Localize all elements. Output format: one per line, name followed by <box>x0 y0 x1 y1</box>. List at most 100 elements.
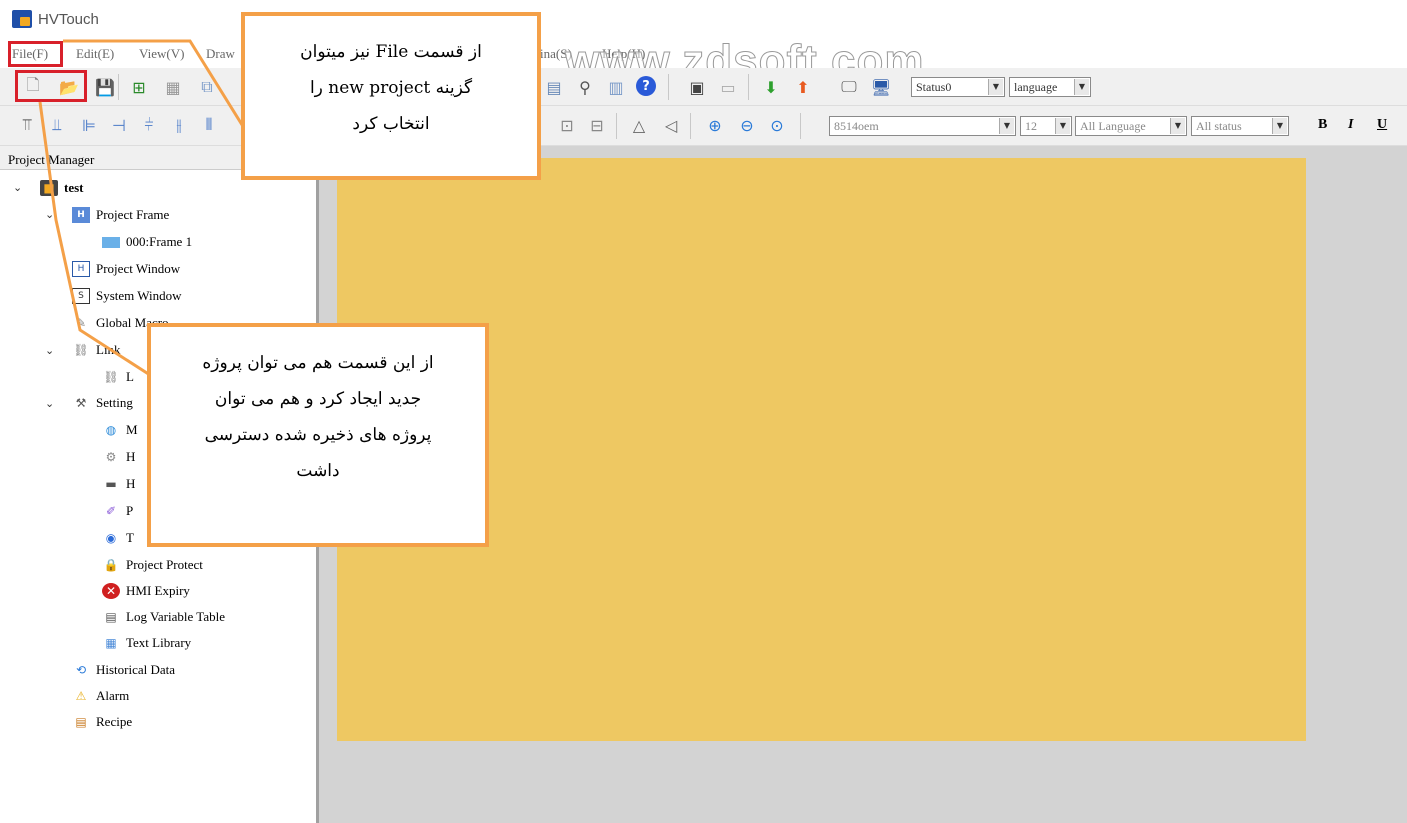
save-icon[interactable]: 💾 <box>94 76 116 98</box>
tree-node-label: T <box>126 530 134 545</box>
tree-node-setting-m[interactable]: ◍ M <box>102 419 138 441</box>
tree-node-link[interactable]: ⛓ Link <box>72 339 121 361</box>
tree-node-system-window[interactable]: S System Window <box>72 285 182 307</box>
tree-node-alarm[interactable]: ⚠ Alarm <box>72 685 130 707</box>
font-select[interactable]: 8514oem ▼ <box>829 116 1016 136</box>
group-icon[interactable]: ⊡ <box>556 114 578 136</box>
file-menu-highlight <box>8 41 63 67</box>
menu-view[interactable]: View(V) <box>139 46 184 62</box>
language-filter-select[interactable]: All Language ▼ <box>1075 116 1187 136</box>
align-left-icon[interactable]: ⊫ <box>78 114 100 136</box>
tree-node-label: Historical Data <box>96 662 176 677</box>
ungroup-icon[interactable]: ⊟ <box>586 114 608 136</box>
tree-node-text-library[interactable]: ▦ Text Library <box>102 632 191 654</box>
language-filter-value: All Language <box>1080 119 1146 133</box>
simulate-icon[interactable]: ▭ <box>717 76 739 98</box>
tree-node-label: L <box>126 369 134 384</box>
tree-node-log-variable-table[interactable]: ▤ Log Variable Table <box>102 606 225 628</box>
font-select-value: 8514oem <box>834 119 879 133</box>
copy-icon[interactable]: ⧉ <box>196 76 218 98</box>
chevron-down-icon: ▼ <box>999 118 1014 134</box>
tree-node-hmi-expiry[interactable]: ✕ HMI Expiry <box>102 580 190 602</box>
status-select[interactable]: Status0 ▼ <box>911 77 1005 97</box>
grid-icon[interactable]: ▦ <box>162 76 184 98</box>
chevron-down-icon[interactable]: ⌄ <box>13 181 25 194</box>
tree-node-historical-data[interactable]: ⟲ Historical Data <box>72 659 175 681</box>
callout-line: از قسمت File نیز میتوان <box>300 42 482 62</box>
font-size-select[interactable]: 12 ▼ <box>1020 116 1072 136</box>
bold-button[interactable]: B <box>1318 117 1327 133</box>
tree-node-frame-1[interactable]: 000:Frame 1 <box>102 231 192 253</box>
distribute-icon[interactable]: ⫴ <box>198 114 220 136</box>
tree-node-setting-t[interactable]: ◉ T <box>102 527 134 549</box>
zoom-out-icon[interactable]: ⊖ <box>736 114 758 136</box>
offline-simulation-icon[interactable]: 🖵 <box>838 76 860 98</box>
download-icon[interactable]: ⬇ <box>760 76 782 98</box>
center-horizontal-icon[interactable]: ⫩ <box>138 114 160 136</box>
app-logo-icon <box>12 10 32 28</box>
callout-line: گزینه new project را <box>309 78 473 98</box>
zoom-in-icon[interactable]: ⊕ <box>704 114 726 136</box>
callout-line: پروژه های ذخیره شده دسترسی <box>204 425 432 445</box>
frame-icon <box>102 236 120 248</box>
menu-draw[interactable]: Draw <box>206 46 235 62</box>
flip-horizontal-icon[interactable]: ◁ <box>660 114 682 136</box>
window-s-icon: S <box>72 288 90 304</box>
menu-edit[interactable]: Edit(E) <box>76 46 114 62</box>
find-icon[interactable]: ⚲ <box>574 76 596 98</box>
chevron-down-icon[interactable]: ⌄ <box>45 397 57 410</box>
tree-node-label: Project Protect <box>126 557 203 572</box>
tree-node-link-child[interactable]: ⛓ L <box>102 366 134 388</box>
tree-node-project-frame[interactable]: H Project Frame <box>72 204 169 226</box>
zoom-fit-icon[interactable]: ⊙ <box>766 114 788 136</box>
tree-node-settings[interactable]: ⚒ Setting <box>72 392 133 414</box>
tree-node-label: test <box>64 180 84 195</box>
flip-vertical-icon[interactable]: △ <box>628 114 650 136</box>
chevron-down-icon[interactable]: ⌄ <box>45 344 57 357</box>
tree-node-label: Recipe <box>96 714 133 729</box>
callout-toolbar: از این قسمت هم می توان پروژه جدید ایجاد … <box>147 323 489 547</box>
tree-node-label: H <box>126 476 136 491</box>
table-icon: ▦ <box>105 636 117 650</box>
chevron-down-icon: ▼ <box>1272 118 1287 134</box>
project-icon: ■ <box>40 180 58 196</box>
tree-node-project-protect[interactable]: 🔒 Project Protect <box>102 554 203 576</box>
tree-node-setting-h1[interactable]: ⚙ H <box>102 446 136 468</box>
chevron-down-icon: ▼ <box>1074 79 1089 95</box>
compile-icon[interactable]: ▣ <box>686 76 708 98</box>
align-right-icon[interactable]: ⊣ <box>108 114 130 136</box>
tree-node-label: System Window <box>96 288 182 303</box>
tree-node-recipe[interactable]: ▤ Recipe <box>72 711 132 733</box>
upload-icon[interactable]: ⬆ <box>792 76 814 98</box>
hmi-icon: ▬ <box>105 477 117 491</box>
underline-button[interactable]: U <box>1377 117 1387 133</box>
tree-node-label: Link <box>96 342 121 357</box>
italic-button[interactable]: I <box>1348 117 1353 133</box>
align-bottom-icon[interactable]: ⫫ <box>46 114 68 136</box>
chevron-down-icon: ▼ <box>1055 118 1070 134</box>
status-filter-value: All status <box>1196 119 1242 133</box>
callout-line: جدید ایجاد کرد و هم می توان <box>214 389 422 409</box>
title-bar: HVTouch <box>0 0 1407 38</box>
tree-node-setting-h2[interactable]: ▬ H <box>102 473 135 495</box>
document-icon[interactable]: ▥ <box>605 76 627 98</box>
center-vertical-icon[interactable]: ⫲ <box>168 114 190 136</box>
tree-node-label: Alarm <box>96 688 130 703</box>
format-toolbar: ⫪ ⫫ ⊫ ⊣ ⫩ ⫲ ⫴ ⊡ ⊟ △ ◁ ⊕ ⊖ ⊙ 8514oem ▼ 12… <box>0 106 1407 146</box>
align-top-icon[interactable]: ⫪ <box>16 114 38 136</box>
status-filter-select[interactable]: All status ▼ <box>1191 116 1289 136</box>
tree-node-root[interactable]: ■ test <box>40 177 84 199</box>
callout-file-menu: از قسمت File نیز میتوان گزینه new projec… <box>241 12 541 180</box>
tree-node-project-window[interactable]: H Project Window <box>72 258 180 280</box>
online-simulation-icon[interactable]: 🖥 <box>870 76 892 98</box>
language-select[interactable]: language ▼ <box>1009 77 1091 97</box>
add-frame-icon[interactable]: ⊞ <box>128 76 150 98</box>
gear-icon: ⚙ <box>105 450 117 464</box>
list-icon[interactable]: ▤ <box>543 76 565 98</box>
main-toolbar: 🗋 📂 💾 ⊞ ▦ ⧉ ▤ ⚲ ▥ ? ▣ ▭ ⬇ ⬆ 🖵 🖥 Status0 … <box>0 68 1407 106</box>
help-icon[interactable]: ? <box>636 76 656 96</box>
chevron-down-icon[interactable]: ⌄ <box>45 208 57 221</box>
tree-node-setting-p[interactable]: ✐ P <box>102 500 133 522</box>
font-size-select-value: 12 <box>1025 119 1037 133</box>
tree-node-label: Project Frame <box>96 207 170 222</box>
